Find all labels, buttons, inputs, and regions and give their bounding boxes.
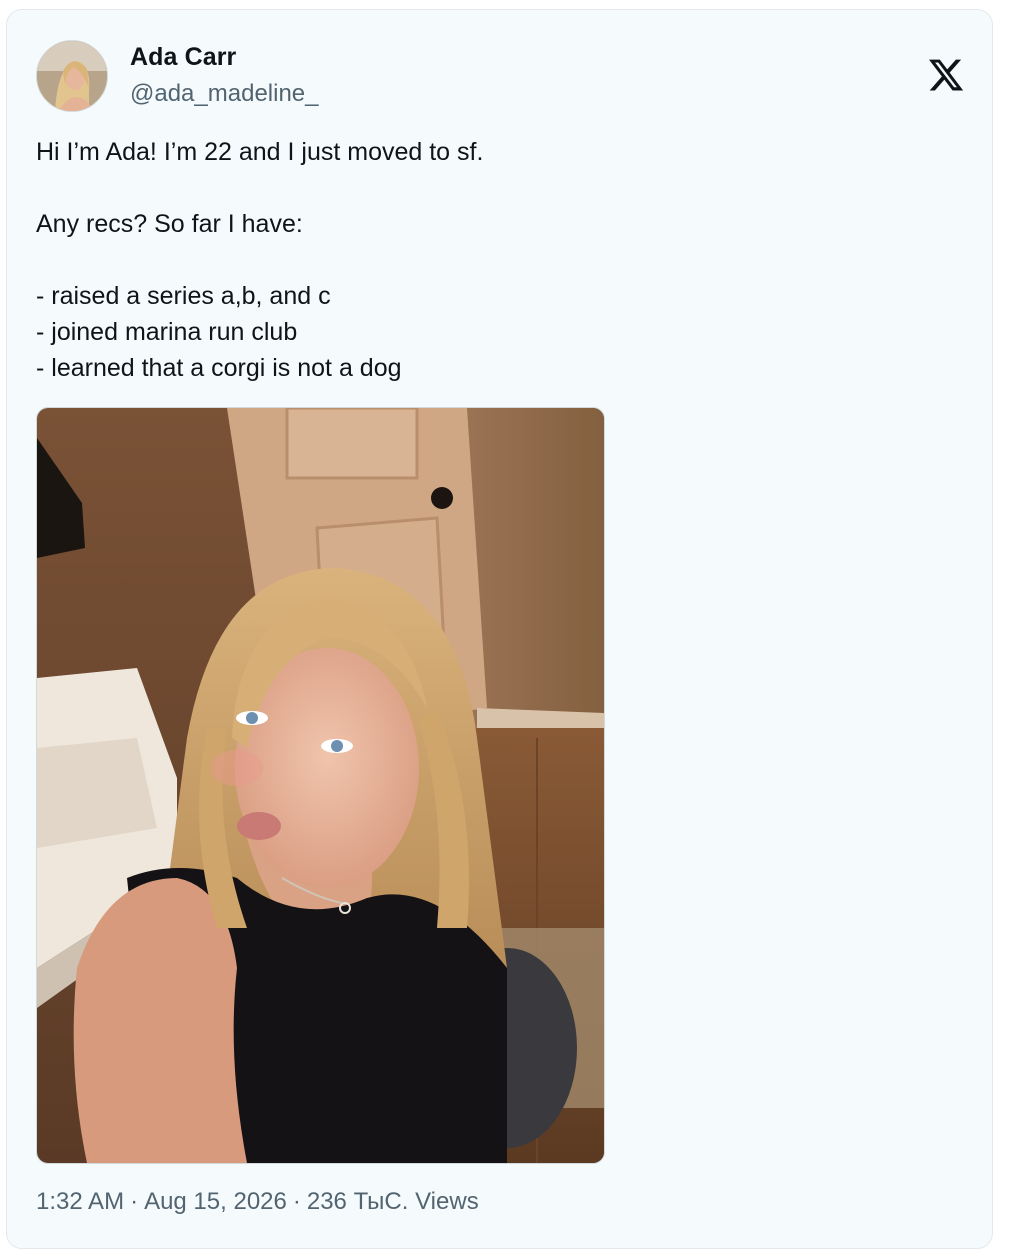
- avatar[interactable]: [36, 40, 108, 112]
- tweet-line: Any recs? So far I have:: [36, 210, 303, 238]
- tweet-line: - learned that a corgi is not a dog: [36, 354, 402, 382]
- tweet-photo[interactable]: [36, 407, 605, 1164]
- tweet-line: - raised a series a,b, and c: [36, 282, 331, 310]
- views-count: 236 ТыС.: [306, 1188, 409, 1215]
- avatar-image: [37, 41, 107, 111]
- tweet-meta: 1:32 AM · Aug 15, 2026 · 236 ТыС. Views: [36, 1188, 479, 1216]
- author-display-name[interactable]: Ada Carr: [130, 43, 236, 72]
- x-logo-icon[interactable]: [927, 56, 965, 94]
- tweet-line: - joined marina run club: [36, 318, 298, 346]
- tweet-line: Hi I’m Ada! I’m 22 and I just moved to s…: [36, 138, 484, 166]
- tweet-card: Ada Carr @ada_madeline_ Hi I’m Ada! I’m …: [6, 9, 993, 1249]
- tweet-time[interactable]: 1:32 AM: [36, 1188, 124, 1215]
- author-handle[interactable]: @ada_madeline_: [130, 80, 319, 108]
- meta-separator: ·: [130, 1188, 139, 1215]
- selfie-image: [37, 408, 604, 1163]
- tweet-date[interactable]: Aug 15, 2026: [144, 1188, 287, 1215]
- tweet-text: Hi I’m Ada! I’m 22 and I just moved to s…: [36, 134, 956, 386]
- views-label: Views: [415, 1188, 479, 1215]
- meta-separator: ·: [292, 1188, 301, 1215]
